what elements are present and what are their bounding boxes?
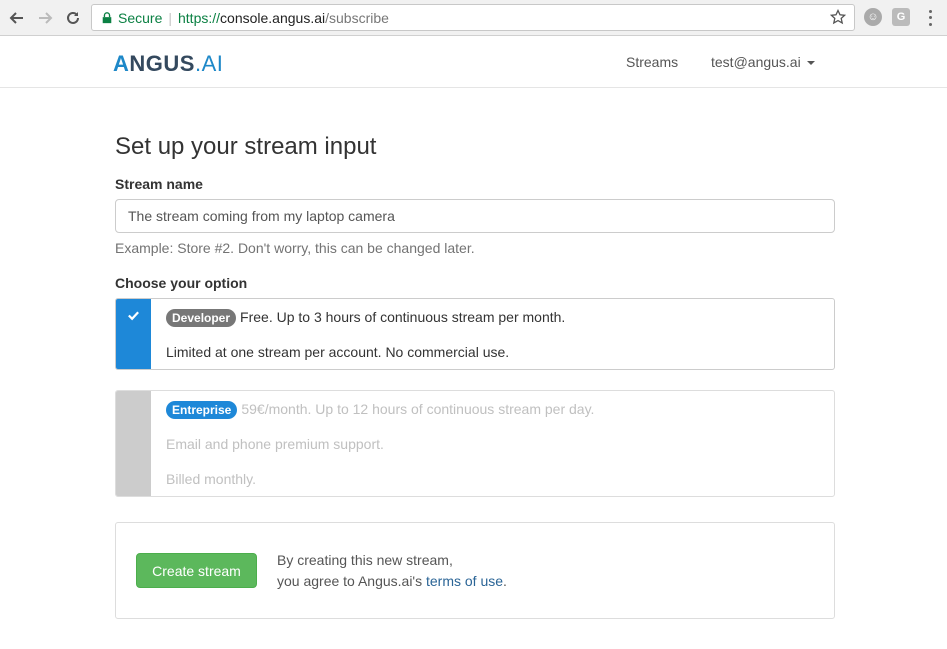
- secure-label: Secure: [118, 9, 163, 26]
- stream-name-label: Stream name: [115, 176, 203, 192]
- browser-menu-icon[interactable]: [923, 8, 937, 28]
- url-separator: |: [168, 9, 172, 26]
- submit-panel: Create stream By creating this new strea…: [115, 522, 835, 619]
- entreprise-badge: Entreprise: [166, 401, 238, 419]
- stream-name-help: Example: Store #2. Don't worry, this can…: [115, 240, 475, 256]
- option-description: 59€/month. Up to 12 hours of continuous …: [241, 401, 595, 417]
- forward-icon[interactable]: [34, 7, 56, 29]
- option-detail: Email and phone premium support.: [166, 436, 384, 452]
- terms-line-1: By creating this new stream,: [277, 552, 453, 568]
- option-detail: Billed monthly.: [166, 471, 257, 487]
- option-description: Free. Up to 3 hours of continuous stream…: [240, 309, 566, 325]
- address-bar[interactable]: Secure | https://console.angus.ai/subscr…: [91, 4, 855, 31]
- entreprise-option[interactable]: Entreprise 59€/month. Up to 12 hours of c…: [115, 390, 835, 497]
- terms-line-2: you agree to Angus.ai's terms of use.: [277, 571, 507, 592]
- terms-suffix: .: [503, 573, 507, 589]
- browser-toolbar: Secure | https://console.angus.ai/subscr…: [0, 0, 947, 36]
- lock-icon: [100, 11, 114, 25]
- user-email: test@angus.ai: [711, 54, 801, 70]
- option-selector[interactable]: [116, 299, 151, 369]
- angus-logo[interactable]: A NGUS .AI: [113, 51, 223, 77]
- option-selector[interactable]: [116, 391, 151, 496]
- streams-link[interactable]: Streams: [626, 54, 678, 70]
- stream-name-input[interactable]: The stream coming from my laptop camera: [115, 199, 835, 233]
- logo-letter-a: A: [113, 51, 130, 76]
- grammar-extension-icon[interactable]: G: [892, 8, 910, 26]
- page-title: Set up your stream input: [115, 133, 377, 160]
- terms-of-use-link[interactable]: terms of use: [426, 573, 503, 589]
- option-label: Choose your option: [115, 275, 248, 291]
- url-path: /subscribe: [325, 9, 389, 26]
- caret-down-icon: [806, 61, 815, 66]
- developer-option[interactable]: Developer Free. Up to 3 hours of continuo…: [115, 298, 835, 370]
- app-navbar: A NGUS .AI Streams test@angus.ai: [0, 37, 947, 88]
- reload-icon[interactable]: [62, 7, 84, 29]
- back-icon[interactable]: [6, 7, 28, 29]
- logo-ngus: NGUS: [129, 51, 195, 76]
- bookmark-star-icon[interactable]: [830, 9, 846, 25]
- logo-ai: .AI: [194, 51, 224, 76]
- option-detail: Limited at one stream per account. No co…: [166, 344, 510, 360]
- option-line: Developer Free. Up to 3 hours of continuo…: [166, 309, 565, 327]
- option-line: Entreprise 59€/month. Up to 12 hours of c…: [166, 401, 594, 419]
- check-icon: [128, 311, 139, 321]
- url-scheme: https://: [178, 9, 221, 26]
- user-menu[interactable]: test@angus.ai: [711, 54, 815, 70]
- url-host: console.angus.ai: [220, 9, 326, 26]
- developer-badge: Developer: [166, 309, 237, 327]
- extension-icon[interactable]: ☺: [864, 8, 882, 26]
- terms-notice: By creating this new stream, you agree t…: [277, 550, 507, 592]
- create-stream-button[interactable]: Create stream: [136, 553, 257, 588]
- terms-prefix: you agree to Angus.ai's: [277, 573, 426, 589]
